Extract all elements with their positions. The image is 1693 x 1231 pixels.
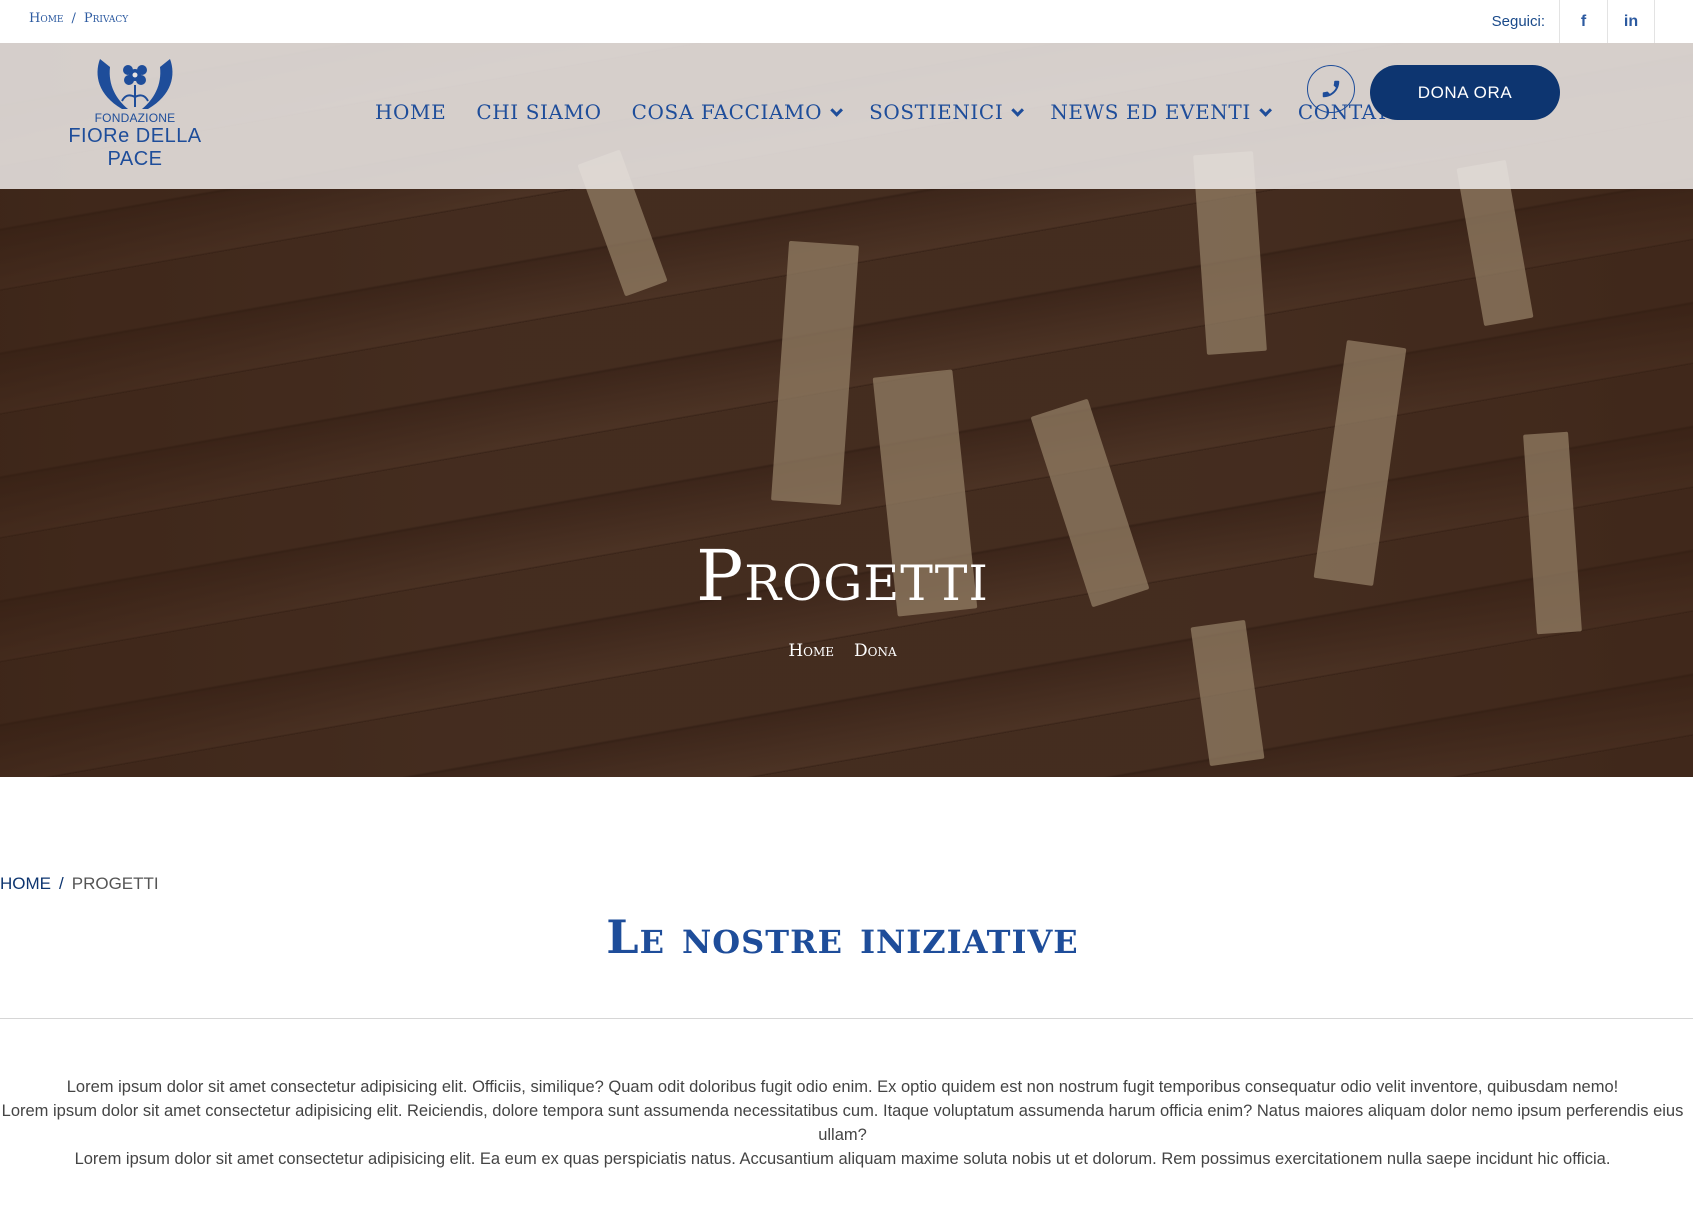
logo-hands-flower-icon — [97, 59, 173, 109]
hero-breadcrumb-home[interactable]: Home — [788, 641, 834, 661]
hero-title: Progetti — [696, 535, 989, 617]
nav-item-home[interactable]: HOME — [375, 100, 446, 124]
chevron-down-icon — [1259, 103, 1272, 117]
top-breadcrumb-privacy[interactable]: Privacy — [84, 11, 128, 26]
phone-button[interactable] — [1307, 65, 1355, 113]
nav-item-chi-siamo[interactable]: CHI SIAMO — [476, 100, 601, 124]
paragraph: Lorem ipsum dolor sit amet consectetur a… — [66, 1078, 1619, 1096]
nav-item-cosa-facciamo[interactable]: COSA FACCIAMO — [631, 100, 844, 124]
paragraph: Lorem ipsum dolor sit amet consectetur a… — [74, 1150, 1611, 1168]
facebook-icon[interactable]: f — [1559, 0, 1607, 43]
nav-item-label: CHI SIAMO — [476, 100, 602, 124]
phone-icon — [1322, 80, 1340, 98]
logo-text-small: FONDAZIONE — [94, 111, 176, 125]
follow-label: Seguici: — [1491, 13, 1545, 30]
site-logo[interactable]: FONDAZIONE FIORe DELLA PACE — [50, 55, 220, 170]
top-breadcrumb: Home / Privacy — [29, 11, 129, 26]
hero-breadcrumb-dona[interactable]: Dona — [854, 641, 897, 661]
social-links: Seguici: f in — [1492, 0, 1693, 43]
donate-button[interactable]: DONA ORA — [1370, 65, 1560, 120]
section-title: Le nostre iniziative — [606, 910, 1079, 964]
nav-item-label: HOME — [375, 100, 447, 124]
linkedin-icon[interactable]: in — [1607, 0, 1655, 43]
top-breadcrumb-home[interactable]: Home — [29, 11, 64, 26]
paragraph: Lorem ipsum dolor sit amet consectetur a… — [1, 1102, 1684, 1144]
nav-item-label: SOSTIENICI — [869, 100, 1004, 124]
intro-text: Lorem ipsum dolor sit amet consectetur a… — [0, 1075, 1685, 1171]
nav-item-sostienici[interactable]: SOSTIENICI — [869, 100, 1025, 124]
main-header: FONDAZIONE FIORe DELLA PACE HOME CHI SIA… — [0, 43, 1693, 189]
top-bar: Home / Privacy Seguici: f in — [0, 0, 1693, 43]
divider — [0, 1018, 1693, 1019]
content-breadcrumb-current: PROGETTI — [71, 874, 159, 893]
content-breadcrumb-home[interactable]: HOME — [0, 874, 51, 893]
nav-item-label: NEWS ED EVENTI — [1050, 100, 1251, 124]
chevron-down-icon — [1011, 103, 1025, 117]
main-nav: HOME CHI SIAMO COSA FACCIAMO SOSTIENICI … — [375, 100, 1412, 124]
chevron-down-icon — [830, 103, 844, 117]
logo-text-big: FIORe DELLA PACE — [68, 125, 202, 170]
hero-breadcrumb: Home Dona — [0, 641, 1685, 661]
nav-item-label: COSA FACCIAMO — [631, 100, 823, 124]
content-breadcrumb: HOME / PROGETTI — [0, 874, 159, 893]
nav-item-news-ed-eventi[interactable]: NEWS ED EVENTI — [1050, 100, 1272, 124]
